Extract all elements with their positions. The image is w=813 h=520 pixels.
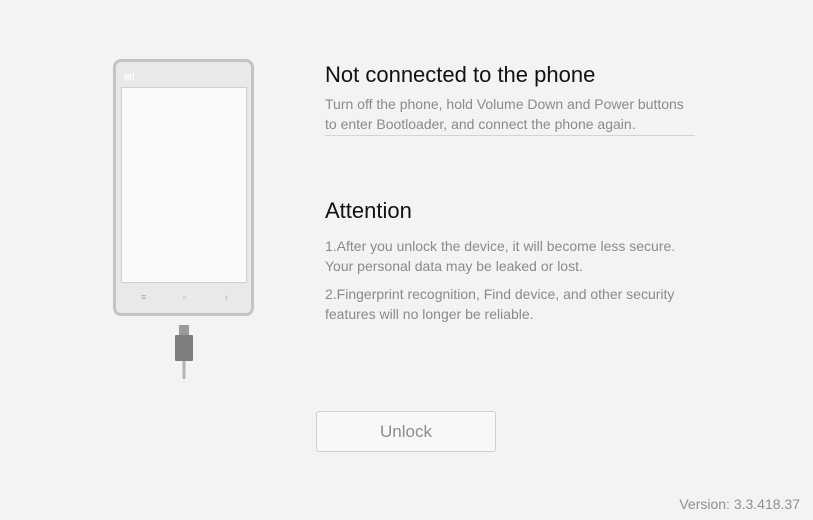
version-label: Version: 3.3.418.37 <box>679 496 800 512</box>
phone-body: MI ≡ ▫ ‹ <box>113 59 254 316</box>
phone-nav-bar: ≡ ▫ ‹ <box>116 290 251 304</box>
usb-cable-icon <box>175 325 193 379</box>
divider <box>325 135 695 136</box>
phone-illustration: MI ≡ ▫ ‹ <box>113 59 254 379</box>
status-title: Not connected to the phone <box>325 62 596 87</box>
phone-screen <box>121 87 247 283</box>
home-icon: ▫ <box>183 292 187 302</box>
status-instructions: Turn off the phone, hold Volume Down and… <box>325 96 684 132</box>
attention-title: Attention <box>325 198 412 223</box>
phone-logo: MI <box>124 72 135 82</box>
back-icon: ‹ <box>225 292 228 302</box>
attention-item: 2.Fingerprint recognition, Find device, … <box>325 286 675 322</box>
unlock-button[interactable]: Unlock <box>316 411 496 452</box>
menu-icon: ≡ <box>141 292 147 302</box>
attention-item: 1.After you unlock the device, it will b… <box>325 238 676 274</box>
attention-list: 1.After you unlock the device, it will b… <box>325 236 695 324</box>
connection-status: Not connected to the phone Turn off the … <box>325 60 695 136</box>
attention-section: Attention 1.After you unlock the device,… <box>325 196 695 332</box>
